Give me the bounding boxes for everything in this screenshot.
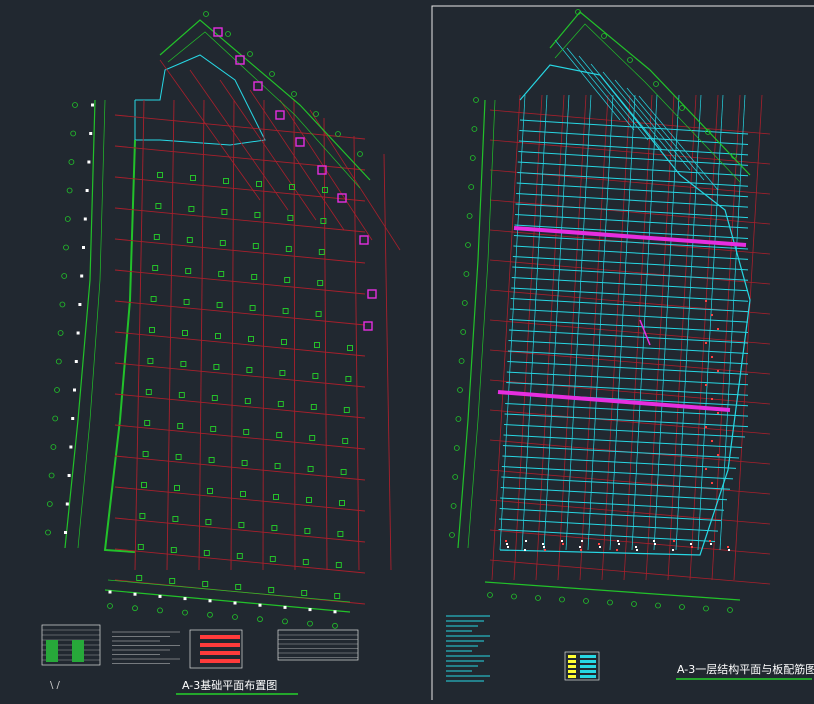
dimension-tick: [65, 502, 69, 506]
rebar-mark: [618, 543, 620, 545]
rebar-mark: [617, 540, 619, 542]
rebar-mark: [691, 546, 693, 548]
dimension-tick: [333, 610, 337, 614]
rebar-mark: [580, 549, 582, 551]
cad-model-space[interactable]: A-3基础平面布置图 A-3一层结构平面与板配筋图 \ /: [0, 0, 814, 700]
rebar-mark: [690, 543, 692, 545]
dimension-tick: [133, 592, 137, 596]
dimension-tick: [308, 608, 312, 612]
rebar-mark: [705, 342, 707, 344]
rebar-table-row: [200, 659, 240, 663]
slab-table-row: [580, 660, 596, 663]
rebar-mark: [709, 540, 711, 542]
drawing-title-structure: A-3一层结构平面与板配筋图: [677, 662, 814, 676]
rebar-mark: [711, 356, 713, 358]
rebar-table-row: [200, 635, 240, 639]
rebar-mark: [711, 482, 713, 484]
rebar-mark: [542, 543, 544, 545]
legend-swatch: [72, 640, 84, 662]
north-marker: \ /: [50, 680, 61, 691]
rebar-mark: [711, 440, 713, 442]
slab-table-row: [568, 660, 576, 663]
rebar-table-row: [200, 643, 240, 647]
rebar-mark: [544, 549, 546, 551]
slab-table-row: [568, 670, 576, 673]
dimension-tick: [69, 445, 73, 449]
rebar-mark: [673, 540, 675, 542]
rebar-mark: [506, 543, 508, 545]
slab-table-row: [580, 665, 596, 668]
rebar-mark: [727, 546, 729, 548]
slab-table-row: [580, 675, 596, 678]
slab-table-row: [580, 670, 596, 673]
dimension-tick: [83, 217, 87, 221]
rebar-mark: [579, 546, 581, 548]
rebar-mark: [717, 328, 719, 330]
rebar-mark: [599, 546, 601, 548]
rebar-mark: [705, 300, 707, 302]
cad-canvas[interactable]: A-3基础平面布置图 A-3一层结构平面与板配筋图 \ /: [0, 0, 814, 700]
rebar-mark: [507, 546, 509, 548]
dimension-tick: [71, 417, 75, 420]
drawing-title-foundation: A-3基础平面布置图: [182, 679, 277, 692]
rebar-mark: [710, 543, 712, 545]
rebar-mark: [653, 540, 655, 542]
rebar-mark: [711, 398, 713, 400]
rebar-mark: [636, 549, 638, 551]
dimension-tick: [183, 597, 187, 601]
slab-table-row: [580, 655, 596, 658]
dimension-tick: [158, 594, 162, 598]
dimension-tick: [80, 274, 84, 278]
dimension-tick: [76, 331, 80, 335]
rebar-mark: [711, 314, 713, 316]
rebar-mark: [728, 549, 730, 551]
dimension-tick: [258, 603, 262, 607]
slab-table-row: [568, 655, 576, 658]
rebar-mark: [717, 454, 719, 456]
dimension-tick: [91, 103, 94, 107]
dimension-tick: [67, 474, 71, 477]
rebar-mark: [524, 549, 526, 551]
dimension-tick: [85, 189, 89, 192]
dimension-tick: [64, 531, 67, 534]
rebar-mark: [717, 370, 719, 372]
dimension-tick: [108, 590, 112, 594]
dimension-tick: [73, 388, 76, 392]
rebar-mark: [672, 549, 674, 551]
rebar-mark: [717, 412, 719, 414]
slab-table-row: [568, 675, 576, 678]
rebar-mark: [505, 540, 507, 542]
dimension-tick: [78, 303, 82, 306]
dimension-tick: [233, 601, 237, 605]
rebar-mark: [705, 384, 707, 386]
rebar-mark: [654, 543, 656, 545]
dimension-tick: [208, 599, 212, 603]
dimension-tick: [89, 132, 93, 135]
rebar-mark: [705, 468, 707, 470]
rebar-table-row: [200, 651, 240, 655]
legend-swatch: [46, 640, 58, 662]
rebar-mark: [616, 549, 618, 551]
rebar-mark: [543, 546, 545, 548]
rebar-mark: [561, 540, 563, 542]
rebar-mark: [581, 540, 583, 542]
rebar-mark: [525, 540, 527, 542]
rebar-mark: [562, 543, 564, 545]
dimension-tick: [74, 360, 78, 363]
dimension-tick: [82, 246, 85, 249]
dimension-tick: [87, 160, 91, 164]
rebar-mark: [705, 426, 707, 428]
slab-table-row: [568, 665, 576, 668]
dimension-tick: [283, 605, 287, 609]
rebar-mark: [598, 543, 600, 545]
rebar-mark: [635, 546, 637, 548]
